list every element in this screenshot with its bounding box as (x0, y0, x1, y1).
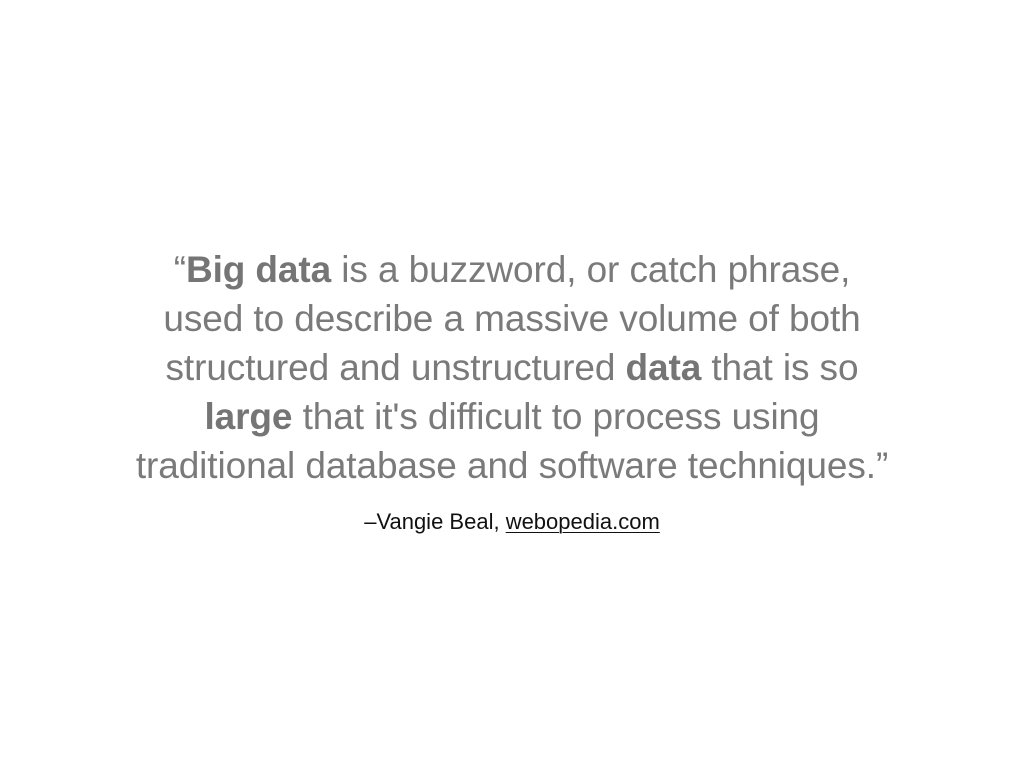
quote-text: structured and unstructured (165, 347, 626, 388)
quote-emphasis-large: large (204, 396, 293, 437)
quote-text: traditional database and software techni… (135, 445, 876, 486)
quote-text: that it's difficult to process using (292, 396, 820, 437)
source-link[interactable]: webopedia.com (506, 509, 660, 534)
quote-text: is a buzzword, or catch phrase, (331, 249, 851, 290)
quote-line-5: traditional database and software techni… (0, 441, 1024, 490)
quote-emphasis-data: data (625, 347, 702, 388)
quote-line-2: used to describe a massive volume of bot… (163, 298, 861, 339)
quote-line-1: “Big data is a buzzword, or catch phrase… (0, 245, 1024, 294)
attribution: –Vangie Beal, webopedia.com (0, 508, 1024, 536)
attribution-author: –Vangie Beal, (364, 509, 506, 534)
quote-line-4: large that it's difficult to process usi… (0, 392, 1024, 441)
slide: “Big data is a buzzword, or catch phrase… (0, 0, 1024, 768)
open-quote-mark: “ (173, 249, 186, 290)
quote-text: that is so (701, 347, 859, 388)
quote-block: “Big data is a buzzword, or catch phrase… (0, 245, 1024, 490)
quote-line-3: structured and unstructured data that is… (0, 343, 1024, 392)
close-quote-mark: ” (875, 445, 889, 486)
quote-emphasis-big-data: Big data (185, 249, 332, 290)
